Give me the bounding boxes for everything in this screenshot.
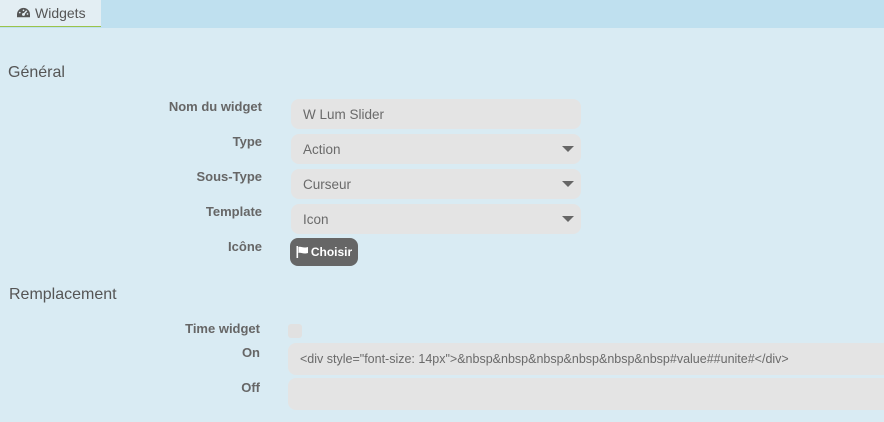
chevron-down-icon (562, 181, 574, 187)
subtype-select[interactable]: Curseur (291, 169, 581, 199)
icon-label: Icône (228, 239, 262, 254)
type-select-value: Action (303, 141, 341, 157)
name-label: Nom du widget (168, 99, 262, 114)
on-label: On (241, 345, 260, 360)
chevron-down-icon (562, 216, 574, 222)
on-input[interactable]: <div style="font-size: 14px">&nbsp&nbsp&… (288, 343, 884, 375)
off-input[interactable] (288, 378, 884, 410)
time-widget-label: Time widget (185, 321, 260, 336)
section-replacement-title: Remplacement (9, 286, 117, 303)
tab-widgets[interactable]: Widgets (0, 0, 101, 27)
chevron-down-icon (562, 146, 574, 152)
time-widget-checkbox[interactable] (288, 324, 302, 338)
choose-icon-button[interactable]: Choisir (290, 238, 358, 266)
widget-name-value: W Lum Slider (303, 106, 385, 122)
on-input-value: <div style="font-size: 14px">&nbsp&nbsp&… (300, 352, 789, 366)
flag-icon (296, 246, 308, 258)
dashboard-icon (17, 7, 30, 17)
widget-name-input[interactable]: W Lum Slider (291, 99, 581, 129)
type-select[interactable]: Action (291, 134, 581, 164)
choose-button-label: Choisir (310, 245, 353, 259)
subtype-select-value: Curseur (303, 176, 352, 192)
type-label: Type (232, 134, 262, 149)
tab-bar: Widgets (0, 0, 884, 28)
subtype-label: Sous-Type (196, 169, 263, 184)
template-select-value: Icon (303, 211, 329, 227)
section-general-title: Général (8, 64, 65, 81)
off-label: Off (241, 380, 260, 395)
tab-widgets-label: Widgets (35, 5, 86, 21)
template-select[interactable]: Icon (291, 204, 581, 234)
template-label: Template (205, 204, 262, 219)
